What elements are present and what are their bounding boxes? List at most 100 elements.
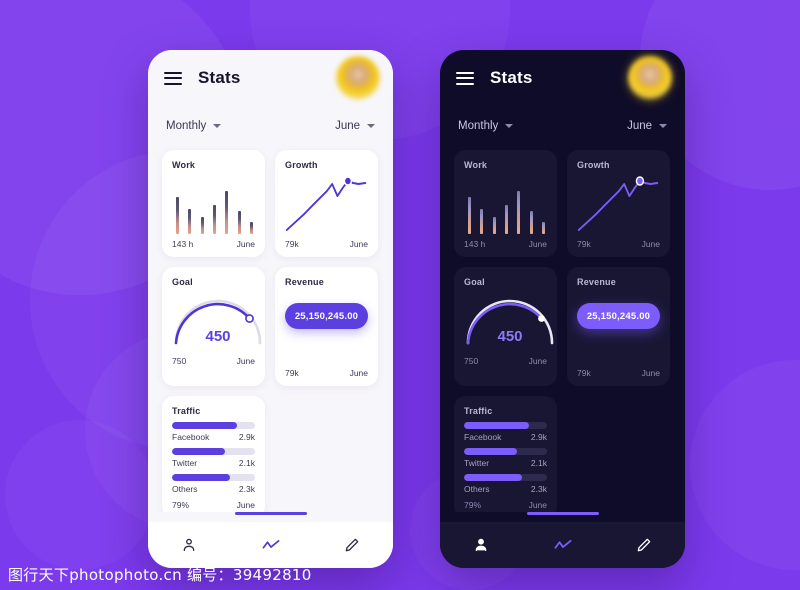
traffic-amount: 2.9k xyxy=(238,432,255,442)
card-goal[interactable]: Goal 450 750 June xyxy=(454,267,557,386)
card-title: Revenue xyxy=(285,277,324,287)
progress-track xyxy=(172,448,255,455)
nav-item-stats[interactable] xyxy=(522,538,604,552)
revenue-amount-area: 25,150,245.00 xyxy=(285,303,368,365)
chevron-down-icon xyxy=(505,124,514,128)
period-selector-label: Monthly xyxy=(458,120,499,132)
card-period: June xyxy=(528,239,547,249)
card-period: June xyxy=(349,239,368,249)
work-bar-chart xyxy=(464,174,547,236)
card-footer: 79% June xyxy=(172,500,255,510)
revenue-pill[interactable]: 25,150,245.00 xyxy=(577,303,660,329)
traffic-label: Twitter xyxy=(464,458,490,468)
card-value: 79k xyxy=(285,239,299,249)
traffic-row: Others 2.3k xyxy=(464,484,547,494)
nav-item-profile[interactable] xyxy=(148,537,230,553)
work-bar-chart xyxy=(172,174,255,236)
progress-track xyxy=(464,422,547,429)
card-revenue[interactable]: Revenue 25,150,245.00 79k June xyxy=(567,267,670,386)
goal-gauge: 450 xyxy=(464,291,554,353)
bar xyxy=(249,222,253,234)
traffic-row: Facebook 2.9k xyxy=(464,432,547,442)
period-selector[interactable]: Monthly xyxy=(458,120,514,132)
hamburger-icon[interactable] xyxy=(164,71,182,85)
bar xyxy=(480,208,484,234)
card-footer: 143 h June xyxy=(172,239,255,249)
dark-phone: Stats Monthly June Work 143 h June Growt… xyxy=(440,50,685,568)
nav-item-stats[interactable] xyxy=(230,538,312,552)
card-goal[interactable]: Goal 450 750 June xyxy=(162,267,265,386)
light-phone: Stats Monthly June Work 143 h June Growt… xyxy=(148,50,393,568)
card-revenue[interactable]: Revenue 25,150,245.00 79k June xyxy=(275,267,378,386)
revenue-pill[interactable]: 25,150,245.00 xyxy=(285,303,368,329)
bar-group xyxy=(464,174,547,234)
card-value: 750 xyxy=(172,356,187,366)
trend-line-icon xyxy=(262,540,279,549)
hamburger-icon[interactable] xyxy=(456,71,474,85)
card-title: Revenue xyxy=(577,277,616,287)
period-selector[interactable]: Monthly xyxy=(166,120,222,132)
traffic-label: Others xyxy=(464,484,490,494)
gauge-value: 450 xyxy=(205,328,231,345)
traffic-row: Twitter 2.1k xyxy=(172,458,255,468)
card-value: 79k xyxy=(285,368,299,378)
card-traffic[interactable]: Traffic Facebook 2.9k Twitter 2.1k Other… xyxy=(454,396,557,513)
user-avatar[interactable] xyxy=(628,56,672,100)
card-work[interactable]: Work 143 h June xyxy=(454,150,557,257)
card-value: 79% xyxy=(464,500,482,510)
traffic-label: Twitter xyxy=(172,458,198,468)
card-title: Goal xyxy=(172,277,193,287)
card-value: 79k xyxy=(577,239,591,249)
card-growth[interactable]: Growth 79k June xyxy=(275,150,378,257)
card-period: June xyxy=(236,356,255,366)
nav-item-edit[interactable] xyxy=(311,537,393,553)
card-period: June xyxy=(528,500,547,510)
traffic-label: Others xyxy=(172,484,198,494)
month-selector[interactable]: June xyxy=(627,120,667,132)
card-footer: 79k June xyxy=(577,239,660,249)
card-period: June xyxy=(236,239,255,249)
traffic-row: Twitter 2.1k xyxy=(464,458,547,468)
card-title: Work xyxy=(172,160,196,170)
gauge-value: 450 xyxy=(497,328,523,345)
card-title: Growth xyxy=(577,160,610,170)
bar xyxy=(212,205,216,234)
bottom-nav xyxy=(440,522,685,568)
bar-group xyxy=(172,174,255,234)
page-title: Stats xyxy=(490,68,533,87)
card-footer: 79k June xyxy=(285,368,368,378)
card-title: Growth xyxy=(285,160,318,170)
cards-scroll-area[interactable]: Work 143 h June Growth 79k June Goal 450… xyxy=(440,146,685,513)
bar xyxy=(176,196,179,234)
traffic-amount: 2.3k xyxy=(530,484,547,494)
bar xyxy=(237,211,241,234)
chevron-down-icon xyxy=(213,124,222,128)
card-value: 143 h xyxy=(464,239,486,249)
chevron-down-icon xyxy=(367,124,375,128)
traffic-row: Others 2.3k xyxy=(172,484,255,494)
card-period: June xyxy=(349,368,368,378)
growth-line-chart xyxy=(285,174,368,236)
card-footer: 143 h June xyxy=(464,239,547,249)
filter-bar: Monthly June xyxy=(440,106,685,146)
month-selector-label: June xyxy=(627,120,652,132)
goal-gauge: 450 xyxy=(172,291,262,353)
nav-item-profile[interactable] xyxy=(440,537,522,553)
user-avatar[interactable] xyxy=(336,56,380,100)
card-traffic[interactable]: Traffic Facebook 2.9k Twitter 2.1k Other… xyxy=(162,396,265,513)
traffic-rows: Facebook 2.9k Twitter 2.1k Others 2.3k xyxy=(172,422,255,494)
card-period: June xyxy=(641,368,660,378)
month-selector[interactable]: June xyxy=(335,120,375,132)
revenue-amount-area: 25,150,245.00 xyxy=(577,303,660,365)
scroll-handle[interactable] xyxy=(234,512,307,515)
nav-item-edit[interactable] xyxy=(603,537,685,553)
bar xyxy=(468,196,471,234)
card-work[interactable]: Work 143 h June xyxy=(162,150,265,257)
card-title: Traffic xyxy=(464,406,493,416)
scroll-handle[interactable] xyxy=(526,512,599,515)
card-growth[interactable]: Growth 79k June xyxy=(567,150,670,257)
month-selector-label: June xyxy=(335,120,360,132)
cards-scroll-area[interactable]: Work 143 h June Growth 79k June Goal 450… xyxy=(148,146,393,513)
card-period: June xyxy=(641,239,660,249)
traffic-label: Facebook xyxy=(172,432,210,442)
